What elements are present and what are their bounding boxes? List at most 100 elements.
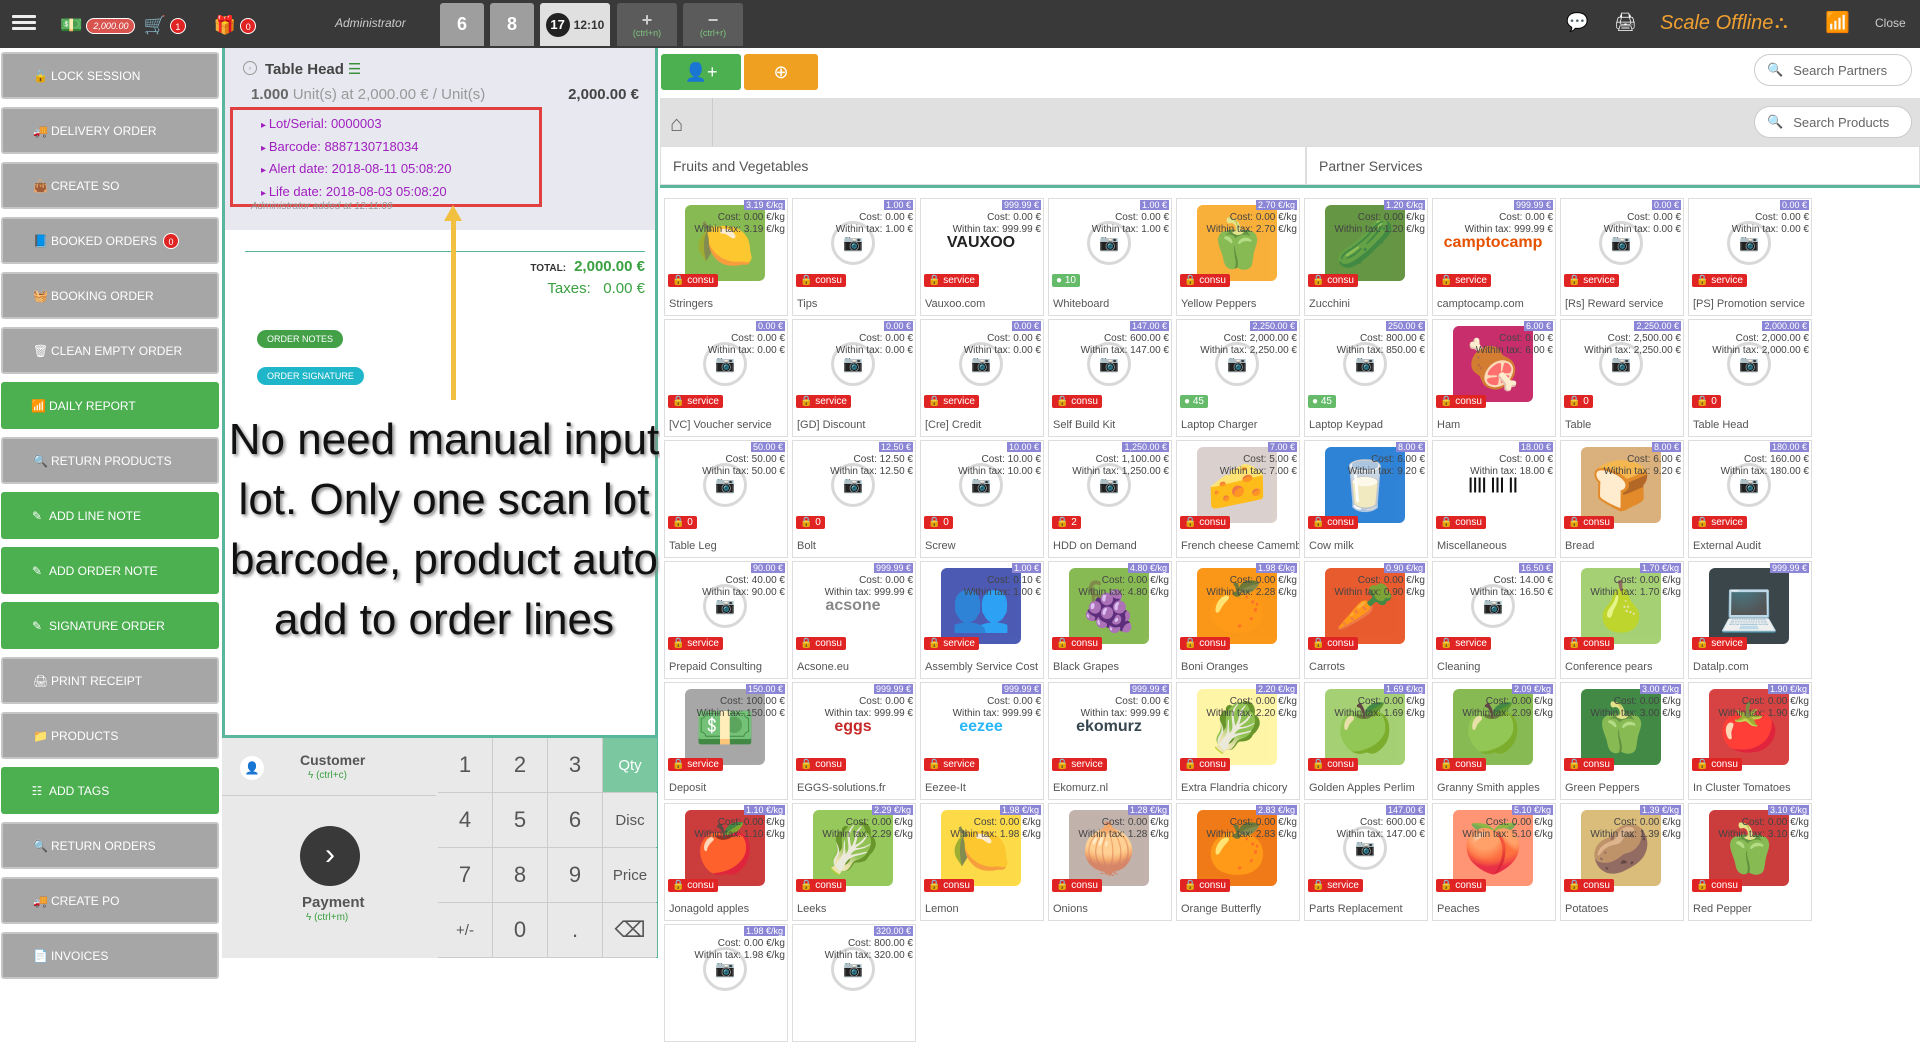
product-card[interactable]: 🍏 1.69 €/kg Cost: 0.00 €/kg Within tax: 1.6… xyxy=(1304,682,1428,800)
product-card[interactable]: 🍏 2.09 €/kg Cost: 0.00 €/kg Within tax: 2.0… xyxy=(1432,682,1556,800)
button-create-po[interactable]: 🚚 Create PO xyxy=(1,877,219,924)
button-signature-order[interactable]: ✎ Signature Order xyxy=(1,602,219,649)
button-create-so[interactable]: 👜 Create SO xyxy=(1,162,219,209)
numpad-key-9[interactable]: 8 xyxy=(493,848,547,902)
close-button[interactable]: Close xyxy=(1875,16,1906,30)
product-card[interactable]: 📷 0.00 € Cost: 0.00 € Within tax: 0.00 € 🔒 s… xyxy=(792,319,916,437)
button-invoices[interactable]: 📄 Invoices xyxy=(1,932,219,979)
category-fruits-and-vegetables[interactable]: Fruits and Vegetables xyxy=(660,146,1306,185)
product-card[interactable]: 📷 1.98 €/kg Cost: 0.00 €/kg Within tax: 1.9… xyxy=(664,924,788,1042)
customer-button[interactable]: 👤 Customer ϟ (ctrl+c) xyxy=(222,738,436,796)
printer-icon[interactable]: 🖨 xyxy=(1614,12,1637,33)
numpad-key-11[interactable]: Price xyxy=(603,848,657,902)
product-card[interactable]: 🍖 6.00 € Cost: 0.00 € Within tax: 6.00 € 🔒 c… xyxy=(1432,319,1556,437)
product-card[interactable]: 🥬 2.20 €/kg Cost: 0.00 €/kg Within tax: 2.2… xyxy=(1176,682,1300,800)
product-card[interactable]: 📷 1.00 € Cost: 0.00 € Within tax: 1.00 € 🔒 c… xyxy=(792,198,916,316)
product-card[interactable]: acsone 999.99 € Cost: 0.00 € Within tax: 99… xyxy=(792,561,916,679)
button-daily-report[interactable]: 📶 Daily Report xyxy=(1,382,219,429)
product-card[interactable]: 📷 12.50 € Cost: 12.50 € Within tax: 12.50 €… xyxy=(792,440,916,558)
numpad-key-3[interactable]: Qty xyxy=(603,738,657,792)
remove-order-button[interactable]: − (ctrl+r) xyxy=(683,3,743,46)
search-products-input[interactable]: 🔍 Search Products xyxy=(1754,106,1912,138)
product-card[interactable]: 🥔 1.39 €/kg Cost: 0.00 €/kg Within tax: 1.3… xyxy=(1560,803,1684,921)
product-card[interactable]: 📷 10.00 € Cost: 10.00 € Within tax: 10.00 €… xyxy=(920,440,1044,558)
product-card[interactable]: eggs 999.99 € Cost: 0.00 € Within tax: 999.… xyxy=(792,682,916,800)
product-card[interactable]: 🫑 3.00 €/kg Cost: 0.00 €/kg Within tax: 3.0… xyxy=(1560,682,1684,800)
numpad-key-12[interactable]: +/- xyxy=(438,903,492,957)
numpad-key-15[interactable]: ⌫ xyxy=(603,903,657,957)
product-card[interactable]: 📷 1.00 € Cost: 0.00 € Within tax: 1.00 € ● 1… xyxy=(1048,198,1172,316)
product-card[interactable]: 📷 50.00 € Cost: 50.00 € Within tax: 50.00 €… xyxy=(664,440,788,558)
numpad-key-14[interactable]: . xyxy=(548,903,602,957)
product-card[interactable]: 📷 1,250.00 € Cost: 1,100.00 € Within tax: 1… xyxy=(1048,440,1172,558)
product-card[interactable]: 🍊 2.83 €/kg Cost: 0.00 €/kg Within tax: 2.8… xyxy=(1176,803,1300,921)
product-card[interactable]: 📷 2,000.00 € Cost: 2,000.00 € Within tax: 2… xyxy=(1688,319,1812,437)
numpad-key-0[interactable]: 1 xyxy=(438,738,492,792)
hamburger-menu-icon[interactable] xyxy=(12,12,36,32)
product-card[interactable]: 🍎 1.10 €/kg Cost: 0.00 €/kg Within tax: 1.1… xyxy=(664,803,788,921)
product-card[interactable]: 🧅 1.28 €/kg Cost: 0.00 €/kg Within tax: 1.2… xyxy=(1048,803,1172,921)
product-card[interactable]: 📷 250.00 € Cost: 800.00 € Within tax: 850.0… xyxy=(1304,319,1428,437)
product-card[interactable]: 🥕 0.90 €/kg Cost: 0.00 €/kg Within tax: 0.9… xyxy=(1304,561,1428,679)
numpad-key-13[interactable]: 0 xyxy=(493,903,547,957)
order-notes-button[interactable]: Order Notes xyxy=(257,330,344,348)
numpad-key-4[interactable]: 4 xyxy=(438,793,492,847)
product-card[interactable]: 🥒 1.20 €/kg Cost: 0.00 €/kg Within tax: 1.2… xyxy=(1304,198,1428,316)
button-print-receipt[interactable]: 🖨 Print Receipt xyxy=(1,657,219,704)
cart-icon[interactable]: 🛒 xyxy=(143,15,165,36)
product-card[interactable]: 🍑 5.10 €/kg Cost: 0.00 €/kg Within tax: 5.1… xyxy=(1432,803,1556,921)
product-card[interactable]: eezee 999.99 € Cost: 0.00 € Within tax: 999… xyxy=(920,682,1044,800)
list-icon[interactable]: ☰ xyxy=(348,61,361,78)
product-card[interactable]: 🧀 7.00 € Cost: 5.00 € Within tax: 7.00 € 🔒 c… xyxy=(1176,440,1300,558)
product-card[interactable]: 📷 0.00 € Cost: 0.00 € Within tax: 0.00 € 🔒 s… xyxy=(1688,198,1812,316)
button-booking-order[interactable]: 🧺 Booking Order xyxy=(1,272,219,319)
gift-icon[interactable]: 🎁 xyxy=(214,15,236,36)
product-card[interactable]: 📷 147.00 € Cost: 600.00 € Within tax: 147.0… xyxy=(1048,319,1172,437)
numpad-key-8[interactable]: 7 xyxy=(438,848,492,902)
button-add-line-note[interactable]: ✎ Add Line Note xyxy=(1,492,219,539)
order-tab-6[interactable]: 6 xyxy=(440,3,484,46)
button-delivery-order[interactable]: 🚚 Delivery Order xyxy=(1,107,219,154)
product-card[interactable]: 📷 90.00 € Cost: 40.00 € Within tax: 90.00 €… xyxy=(664,561,788,679)
button-products[interactable]: 📁 Products xyxy=(1,712,219,759)
product-card[interactable]: 📷 0.00 € Cost: 0.00 € Within tax: 0.00 € 🔒 s… xyxy=(920,319,1044,437)
product-card[interactable]: 📷 0.00 € Cost: 0.00 € Within tax: 0.00 € 🔒 s… xyxy=(1560,198,1684,316)
home-icon[interactable]: ⌂ xyxy=(670,111,683,137)
product-card[interactable]: 🍇 4.80 €/kg Cost: 0.00 €/kg Within tax: 4.8… xyxy=(1048,561,1172,679)
payment-button[interactable]: › Payment ϟ (ctrl+m) xyxy=(222,796,436,958)
order-signature-button[interactable]: Order Signature xyxy=(257,367,364,385)
button-add-order-note[interactable]: ✎ Add Order Note xyxy=(1,547,219,594)
product-card[interactable]: 🫑 2.70 €/kg Cost: 0.00 €/kg Within tax: 2.7… xyxy=(1176,198,1300,316)
button-clean-empty-order[interactable]: 🗑 Clean Empty Order xyxy=(1,327,219,374)
product-card[interactable]: 📷 0.00 € Cost: 0.00 € Within tax: 0.00 € 🔒 s… xyxy=(664,319,788,437)
product-card[interactable]: 🥛 8.00 € Cost: 6.00 € Within tax: 9.20 € 🔒 c… xyxy=(1304,440,1428,558)
product-card[interactable]: 📷 2,250.00 € Cost: 2,000.00 € Within tax: 2… xyxy=(1176,319,1300,437)
order-tab-active[interactable]: 17 12:10 xyxy=(540,3,610,46)
numpad-key-10[interactable]: 9 xyxy=(548,848,602,902)
product-card[interactable]: VAUXOO 999.99 € Cost: 0.00 € Within tax: 99… xyxy=(920,198,1044,316)
button-return-products[interactable]: 🔍 Return Products xyxy=(1,437,219,484)
product-card[interactable]: camptocamp 999.99 € Cost: 0.00 € Within tax… xyxy=(1432,198,1556,316)
add-product-button[interactable]: ⊕ xyxy=(744,54,818,90)
numpad-key-1[interactable]: 2 xyxy=(493,738,547,792)
cash-indicator[interactable]: 💵 2,000.00 🛒 1 🎁 0 xyxy=(60,15,257,36)
button-lock-session[interactable]: 🔒 Lock Session xyxy=(1,52,219,99)
numpad-key-2[interactable]: 3 xyxy=(548,738,602,792)
add-partner-button[interactable]: 👤+ xyxy=(661,54,741,90)
category-partner-services[interactable]: Partner Services xyxy=(1306,146,1920,185)
product-card[interactable]: 🍞 8.00 € Cost: 6.00 € Within tax: 9.20 € 🔒 c… xyxy=(1560,440,1684,558)
button-add-tags[interactable]: ☷ Add Tags xyxy=(1,767,219,814)
product-card[interactable]: |||| ||| || 18.00 € Cost: 0.00 € Within tax… xyxy=(1432,440,1556,558)
product-card[interactable]: 🍊 1.98 €/kg Cost: 0.00 €/kg Within tax: 2.2… xyxy=(1176,561,1300,679)
order-line-selected[interactable]: ◦ Table Head ☰ 1.000 Unit(s) at 2,000.00 … xyxy=(225,48,655,230)
product-card[interactable]: 🥬 2.29 €/kg Cost: 0.00 €/kg Within tax: 2.2… xyxy=(792,803,916,921)
product-card[interactable]: 🍋 3.19 €/kg Cost: 0.00 €/kg Within tax: 3.1… xyxy=(664,198,788,316)
product-card[interactable]: 💵 150.00 € Cost: 100.00 € Within tax: 150.0… xyxy=(664,682,788,800)
product-card[interactable]: 📷 2,250.00 € Cost: 2,500.00 € Within tax: 2… xyxy=(1560,319,1684,437)
product-card[interactable]: 🍐 1.70 €/kg Cost: 0.00 €/kg Within tax: 1.7… xyxy=(1560,561,1684,679)
product-card[interactable]: 📷 16.50 € Cost: 14.00 € Within tax: 16.50 €… xyxy=(1432,561,1556,679)
product-card[interactable]: 🍋 1.98 €/kg Cost: 0.00 €/kg Within tax: 1.9… xyxy=(920,803,1044,921)
numpad-key-6[interactable]: 6 xyxy=(548,793,602,847)
order-tab-8[interactable]: 8 xyxy=(490,3,534,46)
product-card[interactable]: ekomurz 999.99 € Cost: 0.00 € Within tax: 9… xyxy=(1048,682,1172,800)
